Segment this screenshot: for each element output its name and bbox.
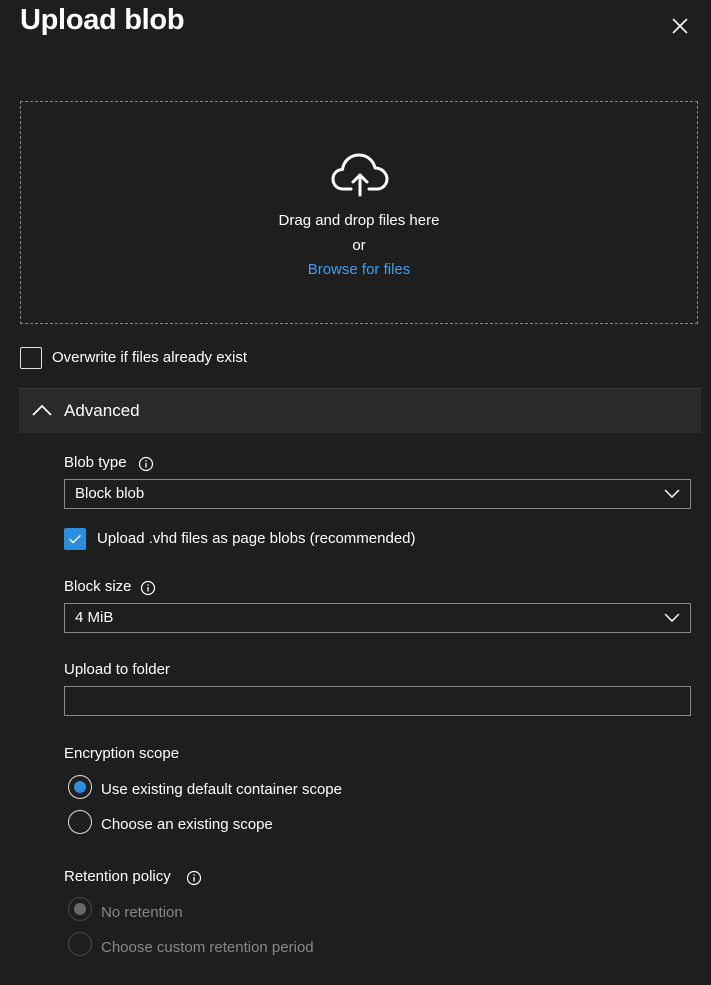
chevron-up-icon: [32, 404, 52, 416]
dropzone-or-text: or: [352, 237, 366, 254]
blob-type-value: Block blob: [75, 485, 145, 502]
blob-type-label: Blob type: [64, 454, 127, 471]
info-icon[interactable]: [138, 456, 154, 472]
block-size-dropdown[interactable]: 4 MiB: [64, 603, 691, 633]
radio-selected-dot: [74, 781, 86, 793]
blob-type-dropdown[interactable]: Block blob: [64, 479, 691, 509]
encryption-scope-label: Encryption scope: [64, 745, 180, 762]
radio-no-retention: [68, 897, 92, 921]
info-icon[interactable]: [140, 580, 156, 596]
block-size-value: 4 MiB: [75, 609, 114, 626]
radio-custom-retention: [68, 932, 92, 956]
panel-title: Upload blob: [20, 4, 185, 36]
overwrite-label: Overwrite if files already exist: [52, 349, 248, 366]
radio-use-default-scope[interactable]: [68, 775, 92, 799]
radio-selected-dot: [74, 903, 86, 915]
close-icon: [672, 18, 688, 34]
block-size-label: Block size: [64, 578, 132, 595]
radio-choose-existing-scope[interactable]: [68, 810, 92, 834]
overwrite-checkbox[interactable]: [20, 347, 42, 369]
advanced-label: Advanced: [64, 401, 140, 420]
vhd-page-blob-label: Upload .vhd files as page blobs (recomme…: [97, 530, 416, 547]
radio-choose-existing-scope-label: Choose an existing scope: [101, 816, 273, 833]
radio-no-retention-label: No retention: [101, 904, 183, 921]
chevron-down-icon: [664, 489, 680, 498]
chevron-down-icon: [664, 613, 680, 622]
retention-policy-label: Retention policy: [64, 868, 171, 885]
close-button[interactable]: [666, 12, 694, 40]
upload-folder-field[interactable]: [64, 686, 691, 716]
checkmark-icon: [69, 534, 81, 544]
radio-custom-retention-label: Choose custom retention period: [101, 939, 314, 956]
advanced-section-toggle[interactable]: Advanced: [19, 388, 701, 433]
upload-folder-input[interactable]: [65, 687, 690, 715]
cloud-upload-icon: [331, 153, 389, 197]
upload-folder-label: Upload to folder: [64, 661, 170, 678]
radio-use-default-scope-label: Use existing default container scope: [101, 781, 342, 798]
dropzone-drag-text: Drag and drop files here: [278, 212, 440, 229]
info-icon[interactable]: [186, 870, 202, 886]
browse-files-link[interactable]: Browse for files: [20, 261, 698, 278]
vhd-page-blob-checkbox[interactable]: [64, 528, 86, 550]
